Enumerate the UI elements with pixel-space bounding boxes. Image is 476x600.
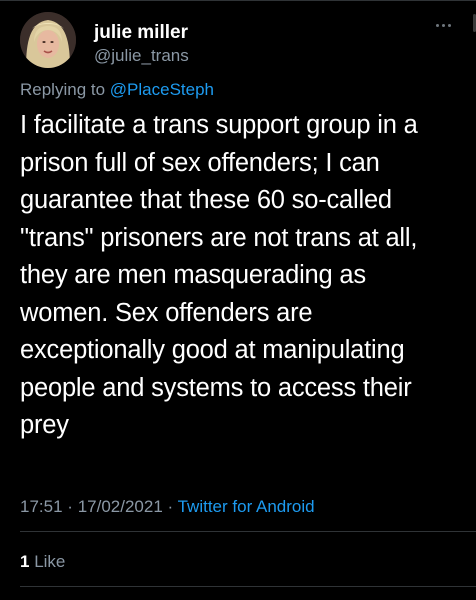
dot [447, 23, 451, 27]
avatar-photo [20, 12, 76, 68]
mention-link[interactable]: @PlaceSteph [110, 80, 214, 99]
replying-to: Replying to @PlaceSteph [20, 80, 214, 100]
more-horizontal-icon[interactable] [430, 18, 456, 32]
display-name[interactable]: julie miller [94, 22, 188, 44]
likes-number: 1 [20, 552, 30, 571]
meta-separator: · [67, 497, 73, 516]
replying-to-prefix: Replying to [20, 80, 110, 99]
top-divider [0, 0, 476, 1]
user-handle[interactable]: @julie_trans [94, 46, 189, 66]
tweet-meta: 17:51 · 17/02/2021 · Twitter for Android [20, 497, 315, 517]
divider [20, 531, 476, 532]
tweet-time[interactable]: 17:51 [20, 497, 63, 516]
meta-separator: · [167, 497, 174, 516]
tweet-header: julie miller @julie_trans [20, 12, 460, 68]
tweet-date[interactable]: 17/02/2021 [78, 497, 163, 516]
dot [435, 23, 439, 27]
dot [441, 23, 445, 27]
divider [20, 586, 476, 587]
tweet-source-link[interactable]: Twitter for Android [178, 497, 315, 516]
tweet-text: I facilitate a trans support group in a … [20, 111, 418, 439]
likes-count[interactable]: 1 Like [20, 552, 65, 572]
avatar[interactable] [20, 12, 76, 68]
likes-label: Like [34, 552, 66, 571]
